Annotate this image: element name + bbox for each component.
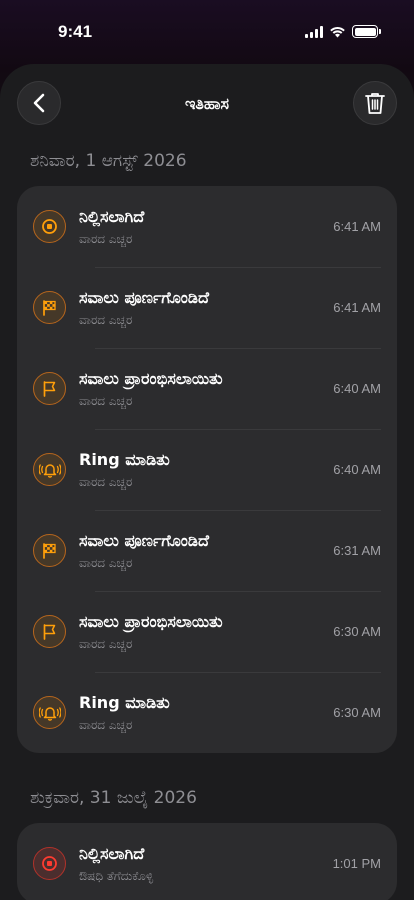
- row-text: ಸವಾಲು ಪೂರ್ಣಗೊಂಡಿದೆ ವಾರದ ಎಚ್ಚರ: [79, 288, 333, 328]
- history-row[interactable]: ಸವಾಲು ಪೂರ್ಣಗೊಂಡಿದೆ ವಾರದ ಎಚ್ಚರ 6:31 AM: [33, 510, 381, 591]
- event-time: 6:31 AM: [333, 543, 381, 558]
- section-date-header: ಶುಕ್ರವಾರ, 31 ಜುಲೈ 2026: [30, 788, 197, 808]
- event-title: ಸವಾಲು ಪೂರ್ಣಗೊಂಡಿದೆ: [79, 287, 209, 307]
- history-sheet: ಇತಿಹಾಸ ಶನಿವಾರ, 1 ಆಗಸ್ಟ್ 2026 ನಿಲ್ಲಿಸಲಾಗಿ…: [0, 64, 414, 900]
- flag-icon: [33, 615, 66, 648]
- event-time: 6:40 AM: [333, 381, 381, 396]
- row-text: ಸವಾಲು ಪೂರ್ಣಗೊಂಡಿದೆ ವಾರದ ಎಚ್ಚರ: [79, 531, 333, 571]
- event-title: ನಿಲ್ಲಿಸಲಾಗಿದೆ: [79, 206, 145, 226]
- history-list: ಶನಿವಾರ, 1 ಆಗಸ್ಟ್ 2026 ನಿಲ್ಲಿಸಲಾಗಿದೆ ವಾರದ…: [0, 146, 414, 900]
- alarm-name: ವಾರದ ಎಚ್ಚರ: [79, 474, 133, 489]
- event-title: Ring ಮಾಡಿತು: [79, 692, 170, 712]
- row-text: ಸವಾಲು ಪ್ರಾರಂಭಿಸಲಾಯಿತು ವಾರದ ಎಚ್ಚರ: [79, 612, 333, 652]
- checkered-flag-icon: [33, 291, 66, 324]
- history-row[interactable]: Ring ಮಾಡಿತು ವಾರದ ಎಚ್ಚರ 6:30 AM: [33, 672, 381, 753]
- row-text: ಸವಾಲು ಪ್ರಾರಂಭಿಸಲಾಯಿತು ವಾರದ ಎಚ್ಚರ: [79, 369, 333, 409]
- alarm-name: ವಾರದ ಎಚ್ಚರ: [79, 393, 133, 408]
- checkered-flag-icon: [33, 534, 66, 567]
- ringing-bell-icon: [33, 453, 66, 486]
- battery-icon: [352, 25, 381, 38]
- history-row[interactable]: ಸವಾಲು ಪೂರ್ಣಗೊಂಡಿದೆ ವಾರದ ಎಚ್ಚರ 6:41 AM: [33, 267, 381, 348]
- nav-bar: ಇತಿಹಾಸ: [0, 64, 414, 146]
- row-text: ನಿಲ್ಲಿಸಲಾಗಿದೆ ಔಷಧಿ ತೆಗೆದುಕೊಳ್ಳಿ: [79, 844, 333, 884]
- event-title: ಸವಾಲು ಪ್ರಾರಂಭಿಸಲಾಯಿತು: [79, 611, 223, 631]
- row-text: ನಿಲ್ಲಿಸಲಾಗಿದೆ ವಾರದ ಎಚ್ಚರ: [79, 207, 333, 247]
- alarm-name: ವಾರದ ಎಚ್ಚರ: [79, 312, 133, 327]
- history-card: ನಿಲ್ಲಿಸಲಾಗಿದೆ ವಾರದ ಎಚ್ಚರ 6:41 AM ಸವಾಲು ಪ…: [17, 186, 397, 753]
- history-row[interactable]: ನಿಲ್ಲಿಸಲಾಗಿದೆ ಔಷಧಿ ತೆಗೆದುಕೊಳ್ಳಿ 1:01 PM: [33, 823, 381, 900]
- alarm-name: ವಾರದ ಎಚ್ಚರ: [79, 231, 133, 246]
- history-card: ನಿಲ್ಲಿಸಲಾಗಿದೆ ಔಷಧಿ ತೆಗೆದುಕೊಳ್ಳಿ 1:01 PM: [17, 823, 397, 900]
- event-title: ನಿಲ್ಲಿಸಲಾಗಿದೆ: [79, 843, 145, 863]
- history-row[interactable]: ಸವಾಲು ಪ್ರಾರಂಭಿಸಲಾಯಿತು ವಾರದ ಎಚ್ಚರ 6:40 AM: [33, 348, 381, 429]
- ringing-bell-icon: [33, 696, 66, 729]
- event-time: 6:30 AM: [333, 705, 381, 720]
- status-icons: [305, 25, 381, 38]
- stop-icon: [33, 847, 66, 880]
- history-row[interactable]: ನಿಲ್ಲಿಸಲಾಗಿದೆ ವಾರದ ಎಚ್ಚರ 6:41 AM: [33, 186, 381, 267]
- event-time: 6:30 AM: [333, 624, 381, 639]
- alarm-name: ವಾರದ ಎಚ್ಚರ: [79, 717, 133, 732]
- event-title: ಸವಾಲು ಪೂರ್ಣಗೊಂಡಿದೆ: [79, 530, 209, 550]
- page-title: ಇತಿಹಾಸ: [184, 94, 230, 113]
- alarm-name: ಔಷಧಿ ತೆಗೆದುಕೊಳ್ಳಿ: [79, 868, 154, 883]
- history-row[interactable]: ಸವಾಲು ಪ್ರಾರಂಭಿಸಲಾಯಿತು ವಾರದ ಎಚ್ಚರ 6:30 AM: [33, 591, 381, 672]
- event-time: 6:40 AM: [333, 462, 381, 477]
- event-title: Ring ಮಾಡಿತು: [79, 449, 170, 469]
- status-time: 9:41: [58, 22, 93, 41]
- history-row[interactable]: Ring ಮಾಡಿತು ವಾರದ ಎಚ್ಚರ 6:40 AM: [33, 429, 381, 510]
- section-date-header: ಶನಿವಾರ, 1 ಆಗಸ್ಟ್ 2026: [30, 151, 187, 171]
- wifi-icon: [330, 26, 345, 37]
- alarm-name: ವಾರದ ಎಚ್ಚರ: [79, 636, 133, 651]
- status-bar: 9:41: [0, 0, 414, 64]
- alarm-name: ವಾರದ ಎಚ್ಚರ: [79, 555, 133, 570]
- delete-history-button[interactable]: [353, 81, 397, 125]
- event-title: ಸವಾಲು ಪ್ರಾರಂಭಿಸಲಾಯಿತು: [79, 368, 223, 388]
- trash-icon: [365, 93, 385, 114]
- row-text: Ring ಮಾಡಿತು ವಾರದ ಎಚ್ಚರ: [79, 693, 333, 733]
- cellular-signal-icon: [305, 25, 323, 38]
- event-time: 1:01 PM: [332, 856, 381, 871]
- stop-icon: [33, 210, 66, 243]
- flag-icon: [33, 372, 66, 405]
- row-text: Ring ಮಾಡಿತು ವಾರದ ಎಚ್ಚರ: [79, 450, 333, 490]
- event-time: 6:41 AM: [333, 219, 381, 234]
- event-time: 6:41 AM: [333, 300, 381, 315]
